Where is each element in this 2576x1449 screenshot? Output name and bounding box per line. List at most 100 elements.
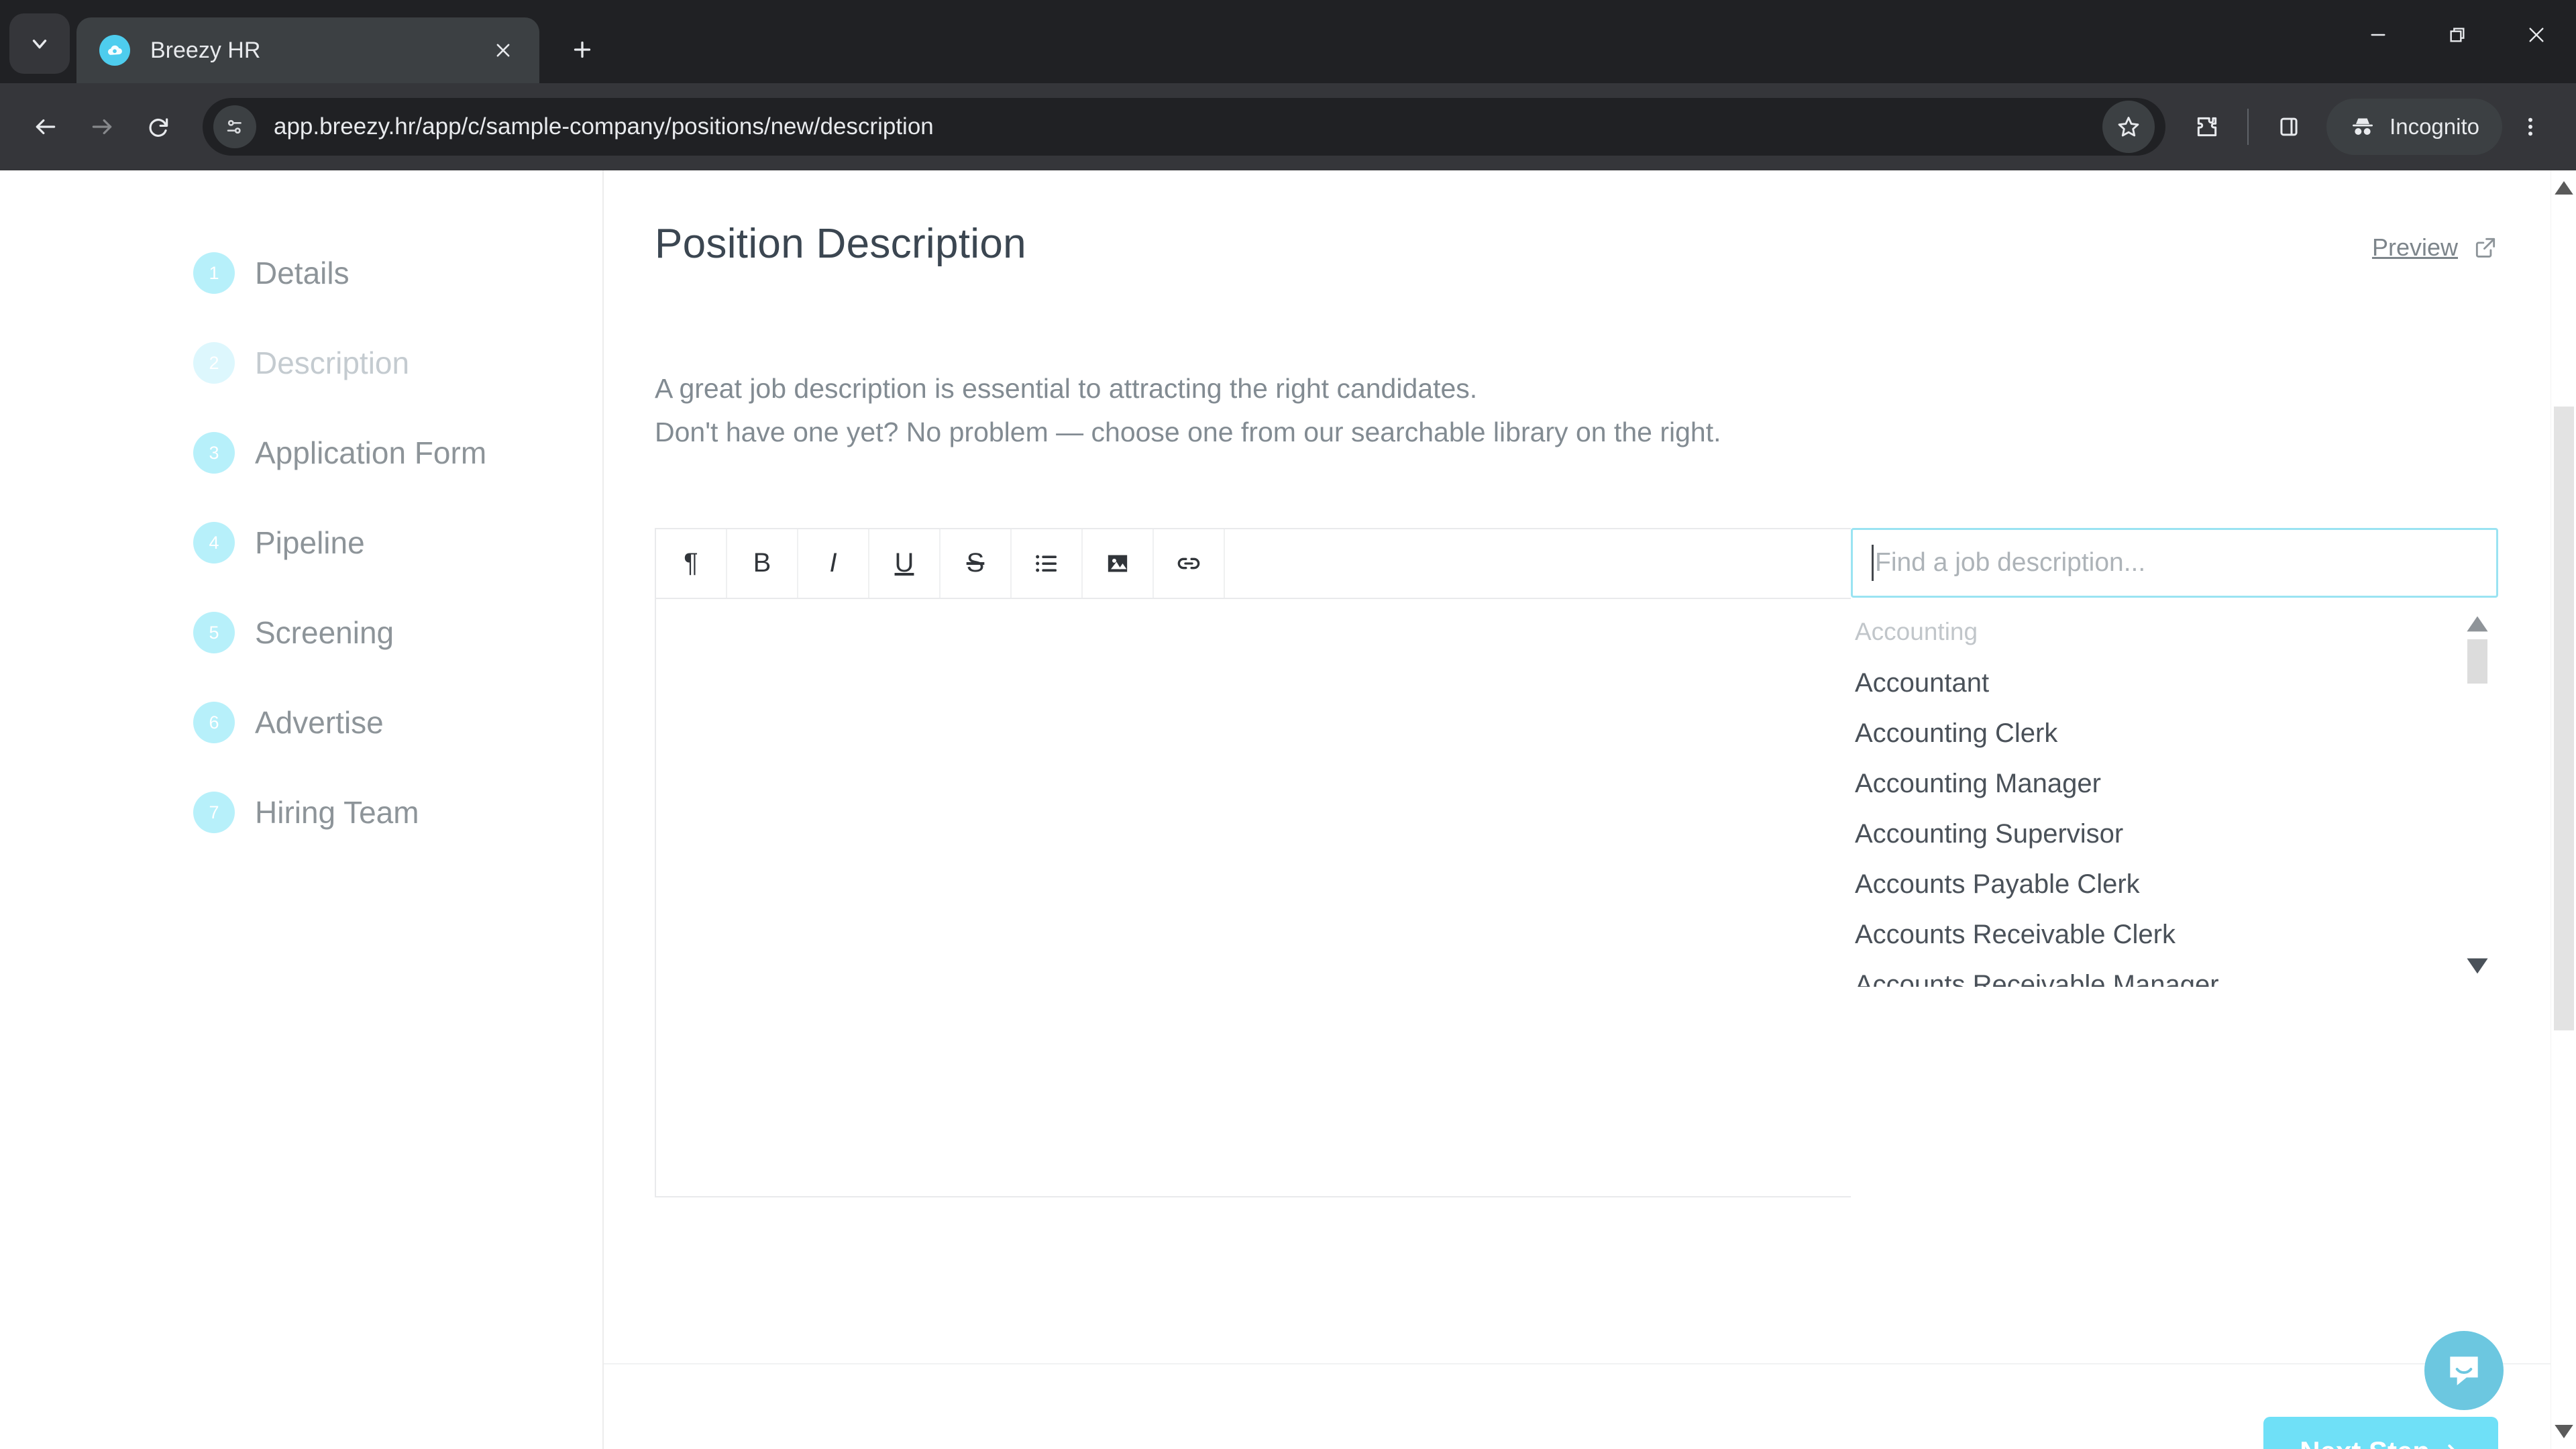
window-close-button[interactable]	[2497, 0, 2576, 70]
page-scroll-down-button[interactable]	[2554, 1424, 2574, 1440]
list-item[interactable]: Accounts Payable Clerk	[1851, 859, 2498, 910]
list-item[interactable]: Accounts Receivable Clerk	[1851, 910, 2498, 960]
sidebar-item-label: Screening	[255, 615, 394, 650]
page-info-icon	[227, 119, 241, 134]
sidebar-item-label: Hiring Team	[255, 795, 419, 830]
job-description-search-input[interactable]: Find a job description...	[1851, 527, 2498, 598]
main-content: Position Description Preview A great job…	[604, 170, 2551, 1449]
plus-icon	[574, 41, 591, 58]
tab-close-button[interactable]	[486, 33, 521, 68]
step-number-badge: 6	[193, 702, 235, 743]
step-number-badge: 5	[193, 612, 235, 653]
chrome-menu-button[interactable]	[2502, 99, 2559, 155]
browser-toolbar: app.breezy.hr/app/c/sample-company/posit…	[0, 83, 2576, 170]
toolbar-divider	[2247, 109, 2249, 145]
page-scrollbar-thumb[interactable]	[2554, 407, 2574, 1030]
editor-toolbar-spacer	[1225, 529, 1851, 598]
window-controls	[2339, 0, 2576, 83]
reload-icon	[149, 118, 168, 137]
minimize-button[interactable]	[2339, 0, 2418, 70]
back-arrow-icon	[36, 119, 56, 135]
description-editor-row: ¶ B I U S Find a job description... Acco…	[655, 527, 2498, 1197]
forward-button[interactable]	[74, 99, 130, 155]
page-scrollbar[interactable]	[2551, 170, 2576, 1449]
next-step-button[interactable]: Next Step	[2263, 1417, 2498, 1449]
bookmark-button[interactable]	[2102, 101, 2155, 153]
extensions-puzzle-icon	[2197, 117, 2217, 137]
tab-strip: Breezy HR	[0, 0, 2576, 83]
suggestions-scroll-down-button[interactable]	[2466, 957, 2489, 975]
sidebar-item-details[interactable]: 1 Details	[0, 228, 602, 318]
incognito-icon	[2353, 118, 2373, 135]
incognito-label: Incognito	[2390, 114, 2479, 139]
intro-line-1: A great job description is essential to …	[655, 373, 1478, 404]
sidebar-item-hiring-team[interactable]: 7 Hiring Team	[0, 767, 602, 857]
star-icon	[2118, 117, 2139, 137]
incognito-profile-button[interactable]: Incognito	[2326, 99, 2502, 155]
insert-link-button[interactable]	[1154, 529, 1225, 598]
list-item[interactable]: Accounting Clerk	[1851, 708, 2498, 759]
bold-button[interactable]: B	[727, 529, 798, 598]
tab-search-button[interactable]	[9, 13, 70, 74]
page-info-button[interactable]	[213, 105, 256, 148]
external-link-icon	[2475, 237, 2496, 258]
paragraph-icon: ¶	[684, 548, 698, 578]
new-tab-button[interactable]	[558, 25, 606, 74]
list-item[interactable]: Accounts Receivable Manager	[1851, 960, 2498, 987]
sidebar-item-application-form[interactable]: 3 Application Form	[0, 408, 602, 498]
extensions-button[interactable]	[2179, 99, 2235, 155]
sidebar-item-label: Application Form	[255, 435, 487, 470]
description-textarea[interactable]	[656, 598, 1851, 1196]
editor-toolbar: ¶ B I U S	[656, 529, 1851, 599]
rich-text-editor: ¶ B I U S	[655, 527, 1851, 1197]
underline-icon: U	[894, 548, 914, 578]
chevron-down-icon	[32, 40, 47, 49]
intro-line-2: Don't have one yet? No problem — choose …	[655, 416, 1721, 447]
page-scroll-up-button[interactable]	[2554, 180, 2574, 196]
restore-icon	[2450, 28, 2465, 42]
strikethrough-icon: S	[966, 548, 985, 578]
underline-button[interactable]: U	[869, 529, 941, 598]
suggestions-scroll-up-button[interactable]	[2466, 615, 2489, 633]
intercom-launcher-button[interactable]	[2424, 1331, 2504, 1410]
page-viewport: 1 Details 2 Description 3 Application Fo…	[0, 170, 2576, 1449]
insert-image-button[interactable]	[1083, 529, 1154, 598]
maximize-button[interactable]	[2418, 0, 2497, 70]
paragraph-format-button[interactable]: ¶	[656, 529, 727, 598]
sidebar-item-description[interactable]: 2 Description	[0, 318, 602, 408]
browser-tab[interactable]: Breezy HR	[76, 17, 539, 83]
triangle-down-icon	[2467, 958, 2488, 973]
text-caret	[1872, 544, 1874, 581]
side-panel-button[interactable]	[2261, 99, 2317, 155]
step-number-badge: 4	[193, 522, 235, 564]
bullet-list-button[interactable]	[1012, 529, 1083, 598]
sidebar-item-label: Pipeline	[255, 525, 365, 560]
link-icon	[1177, 557, 1200, 569]
close-icon	[496, 44, 510, 57]
search-placeholder: Find a job description...	[1875, 547, 2146, 577]
list-item[interactable]: Accountant	[1851, 658, 2498, 708]
sidebar-item-pipeline[interactable]: 4 Pipeline	[0, 498, 602, 588]
sidebar-item-screening[interactable]: 5 Screening	[0, 588, 602, 678]
italic-button[interactable]: I	[798, 529, 869, 598]
preview-link[interactable]: Preview	[2372, 233, 2498, 262]
list-item[interactable]: Accounting Manager	[1851, 759, 2498, 809]
position-steps-sidebar: 1 Details 2 Description 3 Application Fo…	[0, 170, 604, 1449]
side-panel-icon	[2280, 117, 2298, 136]
bullet-list-icon	[1036, 555, 1057, 572]
sidebar-item-label: Advertise	[255, 705, 384, 740]
next-step-label: Next Step	[2300, 1436, 2430, 1449]
sidebar-item-label: Details	[255, 256, 350, 290]
sidebar-item-advertise[interactable]: 6 Advertise	[0, 678, 602, 767]
suggestions-scrollbar-thumb[interactable]	[2467, 639, 2487, 684]
job-description-library: Find a job description... Accounting Acc…	[1851, 527, 2498, 987]
back-button[interactable]	[17, 99, 74, 155]
list-item[interactable]: Accounting Supervisor	[1851, 809, 2498, 859]
footer-divider	[604, 1363, 2551, 1364]
messenger-bubble-icon	[2450, 1356, 2478, 1385]
minimize-icon	[2371, 34, 2385, 36]
address-bar[interactable]: app.breezy.hr/app/c/sample-company/posit…	[203, 98, 2166, 156]
reload-button[interactable]	[130, 99, 186, 155]
cloud-icon	[107, 45, 122, 55]
strikethrough-button[interactable]: S	[941, 529, 1012, 598]
